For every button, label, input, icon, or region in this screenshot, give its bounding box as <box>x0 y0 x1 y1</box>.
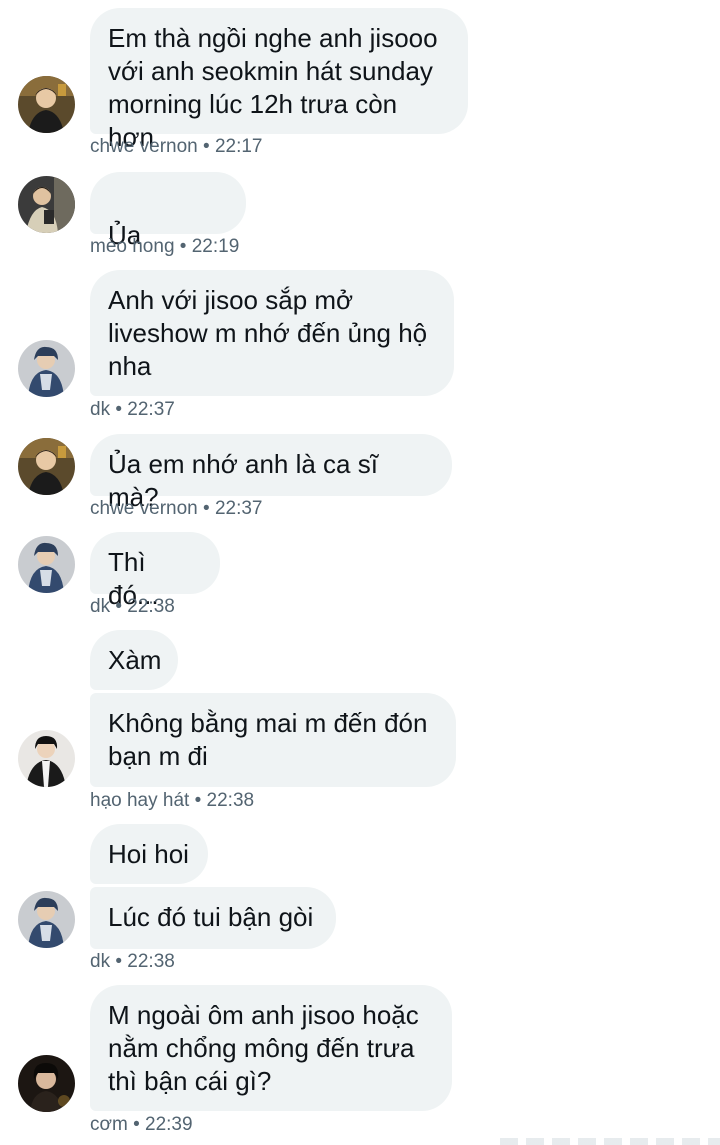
message-time: 22:38 <box>206 790 255 811</box>
message-bubble[interactable]: Không bằng mai m đến đón bạn m đi <box>90 693 456 787</box>
user-avatar-dk-icon[interactable] <box>18 340 75 397</box>
message-bubble[interactable]: Em thà ngồi nghe anh jisooo với anh seok… <box>90 8 468 152</box>
meta-separator: • <box>203 498 210 519</box>
message-bubble[interactable]: Anh với jisoo sắp mở liveshow m nhớ đến … <box>90 270 454 396</box>
message-meta: dk • 22:37 <box>90 399 175 421</box>
message-time: 22:19 <box>191 236 240 257</box>
message-time: 22:37 <box>214 498 263 519</box>
meta-separator: • <box>115 399 123 420</box>
next-message-edge <box>500 1138 720 1145</box>
meta-separator: • <box>179 236 187 257</box>
sender-name[interactable]: dk <box>90 399 110 420</box>
user-avatar-dk-icon[interactable] <box>18 891 75 948</box>
chat-thread: Em thà ngồi nghe anh jisooo với anh seok… <box>0 0 720 1145</box>
sender-name[interactable]: cơm <box>90 1114 128 1135</box>
message-bubble[interactable]: Ủa fan <box>90 172 246 351</box>
meta-separator: • <box>194 790 202 811</box>
message-bubble[interactable]: Xàm <box>90 630 178 690</box>
sender-name[interactable]: chwe vernon <box>90 498 198 519</box>
message-time: 22:17 <box>214 136 263 157</box>
user-avatar-com-icon[interactable] <box>18 1055 75 1112</box>
user-avatar-meohong-icon[interactable] <box>18 176 75 233</box>
message-bubble[interactable]: Hoi hoi <box>90 824 208 884</box>
meta-separator: • <box>133 1114 140 1135</box>
sender-name[interactable]: hạo hay hát <box>90 790 189 811</box>
message-time: 22:37 <box>127 399 175 420</box>
sender-name[interactable]: chwe vernon <box>90 136 198 157</box>
message-bubble[interactable]: Ủa em nhớ anh là ca sĩ mà? <box>90 434 452 512</box>
message-meta: chwe vernon • 22:37 <box>90 498 263 520</box>
user-avatar-hao-icon[interactable] <box>18 730 75 787</box>
user-avatar-vernon-icon[interactable] <box>18 76 75 133</box>
sender-name[interactable]: dk <box>90 596 110 617</box>
message-meta: dk • 22:38 <box>90 951 175 973</box>
message-meta: cơm • 22:39 <box>90 1114 193 1136</box>
message-meta: mèo hong • 22:19 <box>90 236 239 258</box>
meta-separator: • <box>203 136 210 157</box>
sender-name[interactable]: dk <box>90 951 110 972</box>
message-meta: dk • 22:38 <box>90 596 175 618</box>
user-avatar-dk-icon[interactable] <box>18 536 75 593</box>
message-time: 22:38 <box>127 951 175 972</box>
message-meta: hạo hay hát • 22:38 <box>90 790 254 812</box>
meta-separator: • <box>115 951 123 972</box>
sender-name[interactable]: mèo hong <box>90 236 175 257</box>
message-bubble[interactable]: Lúc đó tui bận gòi <box>90 887 336 949</box>
message-bubble[interactable]: Thì đó... <box>90 532 220 610</box>
user-avatar-vernon-icon[interactable] <box>18 438 75 495</box>
message-time: 22:39 <box>145 1114 193 1135</box>
meta-separator: • <box>115 596 123 617</box>
message-meta: chwe vernon • 22:17 <box>90 136 263 158</box>
message-bubble[interactable]: M ngoài ôm anh jisoo hoặc nằm chổng mông… <box>90 985 452 1111</box>
message-time: 22:38 <box>127 596 175 617</box>
